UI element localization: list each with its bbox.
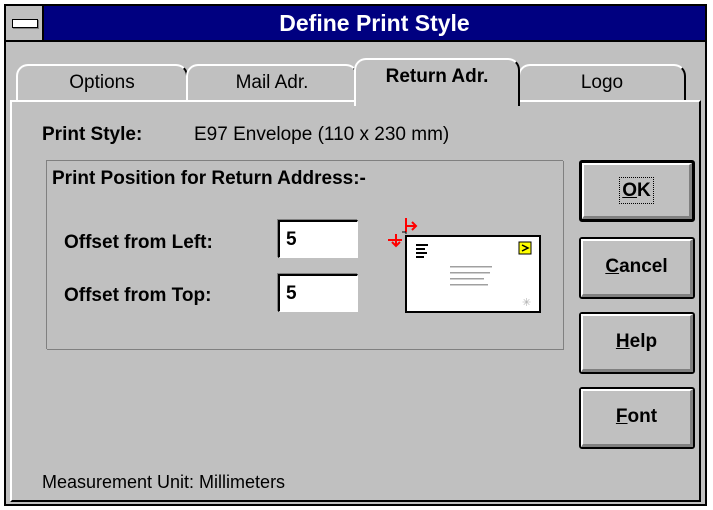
cancel-button[interactable]: Cancel: [579, 237, 695, 299]
font-button[interactable]: Font: [579, 387, 695, 449]
svg-text:✳: ✳: [522, 296, 531, 309]
group-title: Print Position for Return Address:-: [52, 168, 366, 189]
dialog-window: Define Print Style Options Mail Adr. Ret…: [4, 4, 707, 506]
offset-top-input[interactable]: [278, 274, 358, 312]
offset-left-input[interactable]: [278, 220, 358, 258]
offset-top-label: Offset from Top:: [64, 285, 212, 306]
ok-button[interactable]: OK: [579, 160, 695, 222]
offset-left-label: Offset from Left:: [64, 232, 213, 253]
print-style-value: E97 Envelope (110 x 230 mm): [194, 124, 450, 145]
help-button[interactable]: Help: [579, 312, 695, 374]
print-style-label: Print Style:: [42, 124, 143, 145]
envelope-preview-icon: ✳: [388, 218, 548, 322]
measurement-unit-text: Measurement Unit: Millimeters: [42, 472, 286, 492]
